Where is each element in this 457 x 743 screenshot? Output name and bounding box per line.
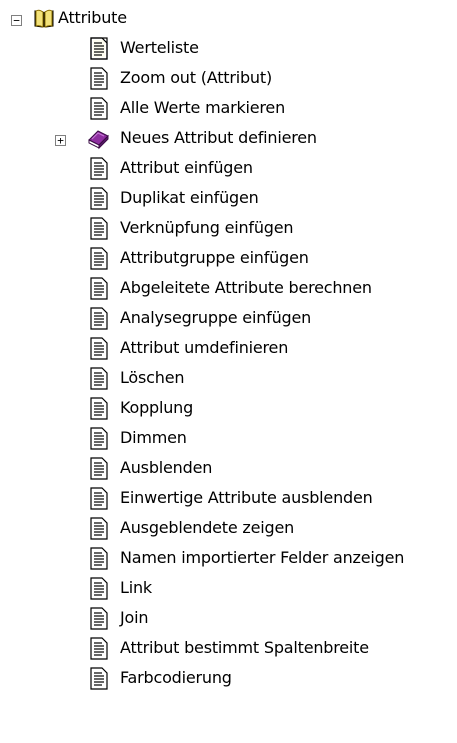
tree-item-duplikat-einfuegen[interactable]: Duplikat einfügen [0, 184, 457, 214]
document-icon [88, 187, 110, 211]
tree-item-label: Namen importierter Felder anzeigen [120, 548, 405, 567]
document-icon [88, 307, 110, 331]
tree-item-ausblenden[interactable]: Ausblenden [0, 454, 457, 484]
document-icon [88, 667, 110, 691]
tree-item-farbcodierung[interactable]: Farbcodierung [0, 664, 457, 694]
tree-item-namen-importierter-felder-anzeigen[interactable]: Namen importierter Felder anzeigen [0, 544, 457, 574]
tree-item-label: Einwertige Attribute ausblenden [120, 488, 373, 507]
tree-item-label: Analysegruppe einfügen [120, 308, 312, 327]
tree-item-label: Alle Werte markieren [120, 98, 286, 117]
document-icon [88, 547, 110, 571]
tree-item-label: Löschen [120, 368, 185, 387]
closed-book-icon [86, 126, 109, 150]
tree-item-label: Attributgruppe einfügen [120, 248, 309, 267]
tree-item-zoom-out[interactable]: Zoom out (Attribut) [0, 64, 457, 94]
tree-item-link[interactable]: Link [0, 574, 457, 604]
document-icon [88, 367, 110, 391]
tree-item-label: Abgeleitete Attribute berechnen [120, 278, 372, 297]
open-book-icon [33, 7, 55, 31]
expand-icon[interactable]: + [55, 135, 66, 146]
document-icon [88, 37, 110, 61]
tree-item-label: Ausblenden [120, 458, 213, 477]
tree-item-einwertige-attribute-ausblenden[interactable]: Einwertige Attribute ausblenden [0, 484, 457, 514]
tree-item-dimmen[interactable]: Dimmen [0, 424, 457, 454]
tree-item-label: Verknüpfung einfügen [120, 218, 294, 237]
tree-item-werteliste[interactable]: Werteliste [0, 34, 457, 64]
tree-item-alle-werte-markieren[interactable]: Alle Werte markieren [0, 94, 457, 124]
tree-item-label: Werteliste [120, 38, 199, 57]
tree-item-attribut-einfuegen[interactable]: Attribut einfügen [0, 154, 457, 184]
tree-item-label: Dimmen [120, 428, 187, 447]
tree-item-label: Zoom out (Attribut) [120, 68, 272, 87]
tree-item-attribut-bestimmt-spaltenbreite[interactable]: Attribut bestimmt Spaltenbreite [0, 634, 457, 664]
tree-item-kopplung[interactable]: Kopplung [0, 394, 457, 424]
document-icon [88, 637, 110, 661]
tree-item-analysegruppe-einfuegen[interactable]: Analysegruppe einfügen [0, 304, 457, 334]
tree-item-label: Link [120, 578, 152, 597]
tree-item-label: Duplikat einfügen [120, 188, 259, 207]
attribute-tree: − Attribute Werteliste Zoom out (Attribu… [0, 0, 457, 743]
tree-item-label: Join [120, 608, 149, 627]
tree-item-abgeleitete-attribute-berechnen[interactable]: Abgeleitete Attribute berechnen [0, 274, 457, 304]
tree-item-label: Attribut umdefinieren [120, 338, 289, 357]
document-icon [88, 517, 110, 541]
tree-item-loeschen[interactable]: Löschen [0, 364, 457, 394]
tree-item-label: Attribut einfügen [120, 158, 253, 177]
document-icon [88, 157, 110, 181]
document-icon [88, 277, 110, 301]
tree-item-label: Farbcodierung [120, 668, 232, 687]
tree-item-attribut-umdefinieren[interactable]: Attribut umdefinieren [0, 334, 457, 364]
collapse-icon[interactable]: − [11, 15, 22, 26]
document-icon [88, 247, 110, 271]
tree-item-attributgruppe-einfuegen[interactable]: Attributgruppe einfügen [0, 244, 457, 274]
document-icon [88, 337, 110, 361]
document-icon [88, 217, 110, 241]
document-icon [88, 607, 110, 631]
document-icon [88, 457, 110, 481]
document-icon [88, 97, 110, 121]
tree-item-neues-attribut-definieren[interactable]: + Neues Attribut definieren [0, 124, 457, 154]
tree-item-verknuepfung-einfuegen[interactable]: Verknüpfung einfügen [0, 214, 457, 244]
tree-item-join[interactable]: Join [0, 604, 457, 634]
tree-item-label: Neues Attribut definieren [120, 128, 317, 147]
document-icon [88, 577, 110, 601]
document-icon [88, 67, 110, 91]
document-icon [88, 397, 110, 421]
tree-item-label: Ausgeblendete zeigen [120, 518, 295, 537]
tree-item-label: Attribute [58, 8, 127, 27]
tree-item-label: Attribut bestimmt Spaltenbreite [120, 638, 369, 657]
document-icon [88, 427, 110, 451]
tree-item-label: Kopplung [120, 398, 194, 417]
tree-item-ausgeblendete-zeigen[interactable]: Ausgeblendete zeigen [0, 514, 457, 544]
tree-item-attribute[interactable]: − Attribute [0, 4, 457, 34]
document-icon [88, 487, 110, 511]
